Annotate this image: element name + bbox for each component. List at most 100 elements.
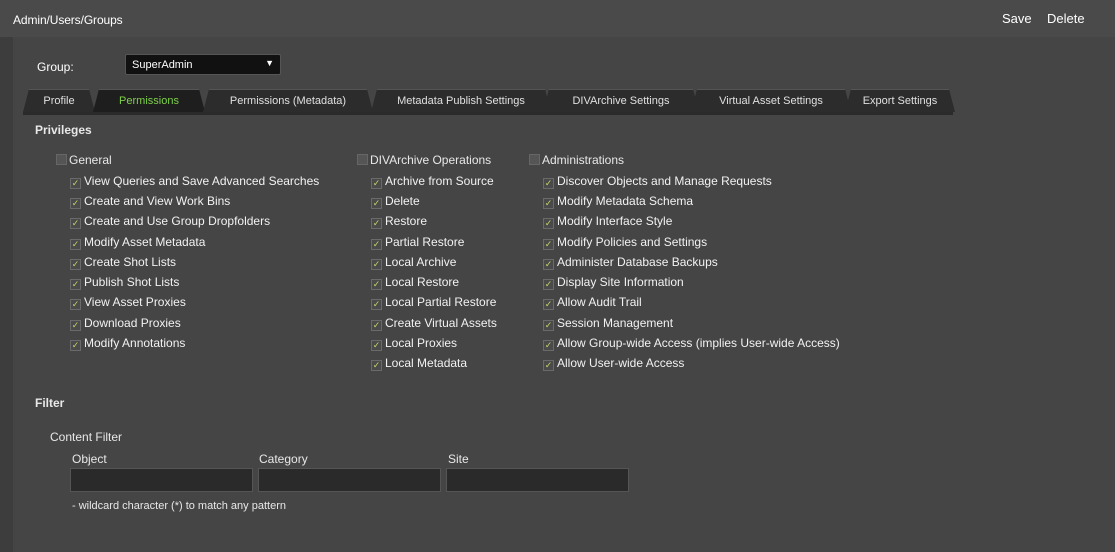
privilege-item[interactable]: ✓ Publish Shot Lists (70, 275, 179, 290)
group-select[interactable]: SuperAdmin ▼ (125, 54, 281, 75)
check-icon: ✓ (543, 198, 554, 209)
check-icon: ✓ (371, 299, 382, 310)
privilege-item[interactable]: ✓ Local Partial Restore (371, 295, 496, 310)
privilege-item[interactable]: ✓ Create Shot Lists (70, 255, 176, 270)
privilege-item[interactable]: ✓ Allow User-wide Access (543, 356, 684, 371)
privilege-label: Local Proxies (385, 336, 458, 350)
privilege-item[interactable]: ✓ Local Metadata (371, 356, 467, 371)
privilege-item[interactable]: ✓ Modify Asset Metadata (70, 235, 205, 250)
chevron-down-icon: ▼ (265, 58, 274, 68)
check-icon: ✓ (371, 340, 382, 351)
wildcard-hint: - wildcard character (*) to match any pa… (72, 500, 286, 512)
object-input[interactable] (70, 468, 253, 492)
check-icon: ✓ (371, 198, 382, 209)
content-filter-title: Content Filter (50, 430, 123, 444)
privilege-item[interactable]: ✓ Allow Group-wide Access (implies User-w… (543, 336, 840, 351)
privilege-item[interactable]: ✓ Discover Objects and Manage Requests (543, 174, 772, 189)
privilege-item[interactable]: ✓ Create and Use Group Dropfolders (70, 214, 270, 229)
divarchive-group-header[interactable]: DIVArchive Operations (357, 153, 491, 167)
check-icon: ✓ (371, 178, 382, 189)
check-icon: ✓ (371, 259, 382, 270)
check-icon: ✓ (70, 340, 81, 351)
privilege-item[interactable]: ✓ Display Site Information (543, 275, 684, 290)
privilege-item[interactable]: ✓ Create and View Work Bins (70, 194, 230, 209)
privilege-item[interactable]: ✓ Download Proxies (70, 316, 181, 331)
tab-permissions[interactable]: Permissions (93, 89, 205, 112)
general-title: General (69, 153, 112, 167)
category-label: Category (259, 452, 308, 466)
privilege-label: Display Site Information (557, 275, 684, 289)
admin-title: Administrations (542, 153, 625, 167)
admin-group-header[interactable]: Administrations (529, 153, 624, 167)
check-icon: ✓ (371, 218, 382, 229)
check-icon: ✓ (70, 299, 81, 310)
privilege-item[interactable]: ✓ Modify Annotations (70, 336, 185, 351)
privilege-label: Modify Metadata Schema (557, 194, 694, 208)
privilege-item[interactable]: ✓ Partial Restore (371, 235, 464, 250)
site-input[interactable] (446, 468, 629, 492)
privilege-item[interactable]: ✓ Local Proxies (371, 336, 457, 351)
privilege-label: Restore (385, 214, 428, 228)
group-label: Group: (37, 60, 74, 74)
tab-label: Permissions (119, 95, 179, 107)
filter-title: Filter (35, 396, 65, 410)
privilege-label: Modify Policies and Settings (557, 235, 708, 249)
privilege-item[interactable]: ✓ View Asset Proxies (70, 295, 186, 310)
tab-divarchive-settings[interactable]: DIVArchive Settings (543, 89, 699, 112)
tab-export-settings[interactable]: Export Settings (845, 89, 955, 112)
category-input[interactable] (258, 468, 441, 492)
privilege-item[interactable]: ✓ View Queries and Save Advanced Searches (70, 174, 319, 189)
check-icon: ✓ (543, 299, 554, 310)
privilege-label: Archive from Source (385, 174, 494, 188)
privilege-label: Administer Database Backups (557, 255, 718, 269)
privilege-label: Create Shot Lists (84, 255, 177, 269)
privilege-label: Create Virtual Assets (385, 316, 497, 330)
delete-button[interactable]: Delete (1047, 11, 1085, 26)
privilege-item[interactable]: ✓ Create Virtual Assets (371, 316, 497, 331)
breadcrumb: Admin/Users/Groups (13, 13, 123, 27)
privilege-item[interactable]: ✓ Allow Audit Trail (543, 295, 642, 310)
check-icon: ✓ (70, 320, 81, 331)
check-icon: ✓ (543, 259, 554, 270)
tab-metadata-publish-settings[interactable]: Metadata Publish Settings (371, 89, 551, 112)
checkbox-icon (529, 154, 540, 165)
check-icon: ✓ (70, 178, 81, 189)
privilege-item[interactable]: ✓ Modify Interface Style (543, 214, 672, 229)
privilege-label: Allow Group-wide Access (implies User-wi… (557, 336, 840, 350)
privilege-label: Local Restore (385, 275, 460, 289)
checkbox-icon (357, 154, 368, 165)
privilege-label: Local Metadata (385, 356, 468, 370)
check-icon: ✓ (543, 340, 554, 351)
check-icon: ✓ (543, 320, 554, 331)
tab-profile[interactable]: Profile (23, 89, 95, 112)
tab-virtual-asset-settings[interactable]: Virtual Asset Settings (691, 89, 851, 112)
tab-label: Export Settings (862, 95, 938, 107)
privilege-label: Download Proxies (84, 316, 181, 330)
privilege-item[interactable]: ✓ Archive from Source (371, 174, 494, 189)
tab-underline (23, 112, 953, 115)
privilege-item[interactable]: ✓ Local Archive (371, 255, 456, 270)
save-button[interactable]: Save (1002, 11, 1032, 26)
privilege-item[interactable]: ✓ Session Management (543, 316, 673, 331)
object-label: Object (72, 452, 107, 466)
divarchive-title: DIVArchive Operations (370, 153, 492, 167)
check-icon: ✓ (70, 198, 81, 209)
privilege-item[interactable]: ✓ Delete (371, 194, 420, 209)
check-icon: ✓ (543, 218, 554, 229)
privilege-label: View Queries and Save Advanced Searches (84, 174, 320, 188)
privilege-item[interactable]: ✓ Modify Policies and Settings (543, 235, 707, 250)
tab-label: Permissions (Metadata) (229, 95, 347, 107)
checkbox-icon (56, 154, 67, 165)
privilege-item[interactable]: ✓ Restore (371, 214, 427, 229)
tab-permissions-metadata[interactable]: Permissions (Metadata) (203, 89, 373, 112)
check-icon: ✓ (371, 320, 382, 331)
check-icon: ✓ (543, 279, 554, 290)
general-group-header[interactable]: General (56, 153, 112, 167)
privilege-item[interactable]: ✓ Administer Database Backups (543, 255, 718, 270)
privilege-label: Create and Use Group Dropfolders (84, 214, 271, 228)
privilege-item[interactable]: ✓ Local Restore (371, 275, 459, 290)
privilege-label: Discover Objects and Manage Requests (557, 174, 772, 188)
tab-label: Metadata Publish Settings (397, 95, 525, 107)
privilege-item[interactable]: ✓ Modify Metadata Schema (543, 194, 693, 209)
check-icon: ✓ (371, 239, 382, 250)
